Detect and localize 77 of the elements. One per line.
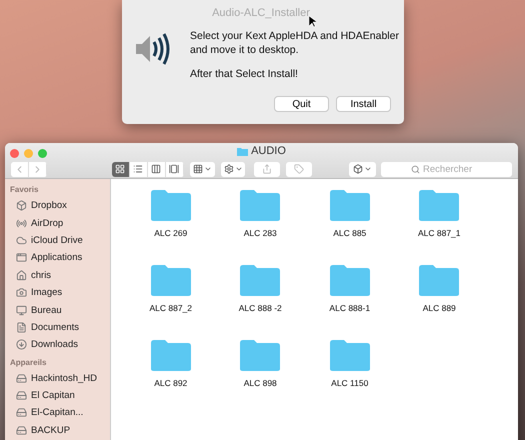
icon-view-button[interactable] <box>112 162 130 176</box>
sidebar-heading: Favoris <box>10 185 40 194</box>
folder-icon <box>328 264 371 297</box>
sidebar-item[interactable]: El Capitan <box>10 386 110 404</box>
radio-icon <box>16 218 27 229</box>
folder-label[interactable]: ALC 1150 <box>331 378 368 388</box>
dialog-message: Select your Kext AppleHDA and HDAEnabler <box>190 30 399 42</box>
folder-icon <box>239 264 282 297</box>
sidebar-item[interactable]: Dropbox <box>10 197 110 214</box>
download-icon <box>16 339 27 350</box>
sidebar-heading: Appareils <box>10 358 48 367</box>
sidebar-item[interactable]: AirDrop <box>10 214 110 232</box>
folder-label[interactable]: ALC 888-1 <box>329 303 370 313</box>
grid-icon <box>115 164 126 174</box>
folder-icon <box>150 264 192 297</box>
drive-icon <box>16 424 27 436</box>
folder-icon <box>150 189 192 222</box>
folder-label[interactable]: ALC 269 <box>154 228 188 238</box>
gallery-icon <box>169 164 180 174</box>
sidebar-item[interactable]: Downloads <box>10 336 110 354</box>
sidebar-item[interactable]: Hackintosh_HD <box>10 370 110 387</box>
sidebar-item[interactable]: Images <box>10 284 110 302</box>
sidebar-item[interactable]: iCloud Drive <box>10 232 110 250</box>
quit-button[interactable]: Quit <box>274 96 329 112</box>
arrange-button[interactable] <box>190 162 216 176</box>
sidebar-item[interactable]: BACKUP <box>10 422 110 440</box>
dropbox-button[interactable] <box>349 162 376 176</box>
dialog-message: and move it to desktop. <box>190 44 300 56</box>
drive-icon <box>16 407 27 418</box>
app-window-icon <box>16 252 27 264</box>
sidebar-item[interactable]: El-Capitan... <box>10 404 110 422</box>
folder-icon <box>418 189 460 222</box>
folder-label[interactable]: ALC 283 <box>244 228 277 238</box>
document-icon <box>16 322 27 333</box>
grid-icon <box>192 164 203 174</box>
dialog-title: Audio-ALC_Installer <box>212 7 310 19</box>
folder-icon <box>328 189 371 222</box>
folder-icon <box>418 264 460 297</box>
box-icon <box>353 164 364 174</box>
home-icon <box>16 270 27 281</box>
dialog-message: After that Select Install! <box>190 68 299 80</box>
action-button[interactable] <box>221 162 246 176</box>
folder-icon <box>237 146 248 156</box>
caret-icon <box>364 165 372 173</box>
folder-label[interactable]: ALC 887_2 <box>149 303 192 313</box>
folder-icon <box>239 339 282 372</box>
search-icon <box>411 164 420 174</box>
cursor-icon <box>309 16 317 28</box>
folder-icon <box>150 339 192 372</box>
window-title: AUDIO <box>251 145 286 157</box>
sidebar-item[interactable]: Bureau <box>10 301 110 319</box>
folder-label[interactable]: ALC 889 <box>422 303 456 313</box>
gear-icon <box>224 164 234 174</box>
tag-icon <box>294 164 304 174</box>
folder-label[interactable]: ALC 898 <box>244 378 277 388</box>
drive-icon <box>16 372 27 384</box>
caret-icon <box>234 165 243 173</box>
box-icon <box>16 200 27 212</box>
folder-label[interactable]: ALC 888 -2 <box>238 303 282 313</box>
caret-icon <box>204 165 212 173</box>
cloud-icon <box>16 234 27 246</box>
camera-icon <box>16 287 27 298</box>
folder-label[interactable]: ALC 887_1 <box>418 228 461 238</box>
folder-icon <box>328 339 371 372</box>
folder-icon <box>239 189 282 222</box>
columns-icon <box>151 164 162 174</box>
search-field[interactable]: Rechercher <box>381 162 512 176</box>
folder-label[interactable]: ALC 892 <box>154 378 188 388</box>
monitor-icon <box>16 304 27 316</box>
sidebar-item[interactable]: chris <box>10 266 110 284</box>
install-button[interactable]: Install <box>336 96 391 112</box>
folder-label[interactable]: ALC 885 <box>333 228 366 238</box>
sidebar-item[interactable]: Documents <box>10 318 110 336</box>
share-icon <box>262 164 272 174</box>
list-icon <box>133 164 144 174</box>
sidebar-item[interactable]: Applications <box>10 249 110 267</box>
drive-icon <box>16 390 27 402</box>
